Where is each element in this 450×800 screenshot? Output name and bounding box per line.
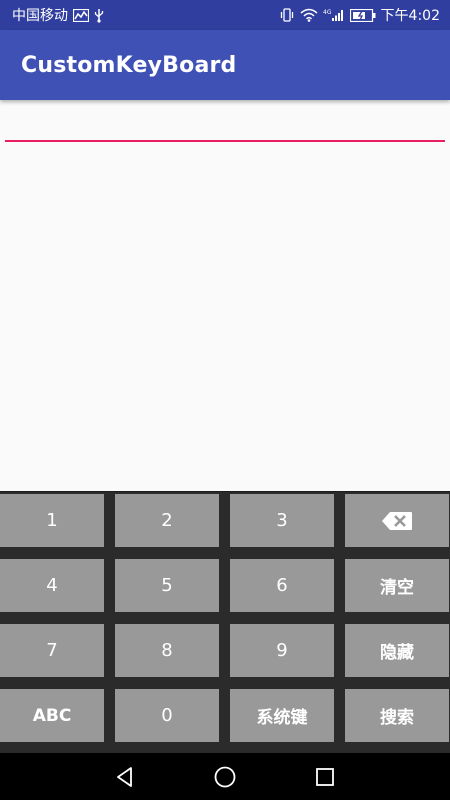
hide-key[interactable]: 隐藏 [345,624,449,677]
status-bar: 中国移动 4G 下午4:02 [0,0,450,30]
recents-button[interactable] [312,764,338,790]
key-1[interactable]: 1 [0,494,104,547]
vibrate-icon [279,8,295,22]
battery-icon [349,8,376,22]
custom-keyboard: 1 2 3 4 5 6 清空 7 8 9 隐藏 ABC 0 系统键 搜索 [0,491,450,754]
signal-4g-icon: 4G [323,8,345,22]
activity-chart-icon [73,8,89,22]
svg-text:4G: 4G [323,9,332,16]
back-button[interactable] [112,764,138,790]
backspace-key[interactable] [345,494,449,547]
recents-icon [316,768,334,786]
status-time: 下午4:02 [380,8,440,24]
system-keyboard-key[interactable]: 系统键 [230,689,334,742]
app-bar: CustomKeyBoard [0,30,450,100]
key-2[interactable]: 2 [115,494,219,547]
status-bar-left: 中国移动 [12,5,104,25]
key-3[interactable]: 3 [230,494,334,547]
key-6[interactable]: 6 [230,559,334,612]
usb-icon [94,8,104,23]
abc-key[interactable]: ABC [0,689,104,742]
carrier-name: 中国移动 [12,8,68,24]
key-4[interactable]: 4 [0,559,104,612]
key-7[interactable]: 7 [0,624,104,677]
search-key[interactable]: 搜索 [345,689,449,742]
home-icon [214,766,236,788]
back-icon [117,767,132,787]
clear-key[interactable]: 清空 [345,559,449,612]
wifi-icon [300,8,318,22]
key-0[interactable]: 0 [115,689,219,742]
text-input[interactable] [5,110,445,142]
navigation-bar [0,753,450,800]
app-title: CustomKeyBoard [21,52,237,78]
key-9[interactable]: 9 [230,624,334,677]
key-8[interactable]: 8 [115,624,219,677]
key-5[interactable]: 5 [115,559,219,612]
status-bar-right: 4G 下午4:02 [279,5,440,25]
backspace-icon [382,511,412,530]
home-button[interactable] [212,764,238,790]
